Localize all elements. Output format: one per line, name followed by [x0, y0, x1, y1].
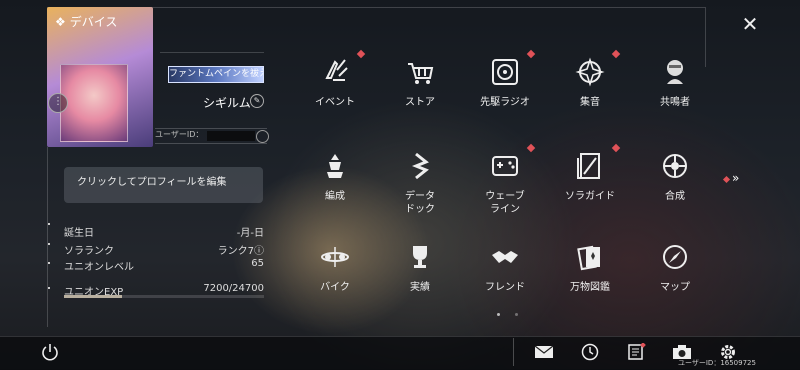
- menu-item-5[interactable]: 共鳴者: [640, 48, 710, 118]
- menu-item-label: 共鳴者: [660, 97, 690, 108]
- avatar[interactable]: [60, 64, 128, 142]
- list-tick: [48, 223, 50, 225]
- bottom-separator: [513, 338, 514, 366]
- alert-dot: [722, 175, 731, 184]
- list-tick: [48, 243, 50, 245]
- user-id-label: ユーザーID：: [155, 130, 204, 139]
- menu-item-8[interactable]: ウェーブ ライン: [470, 142, 540, 215]
- cards-icon: [577, 245, 600, 271]
- menu-item-label: 集音: [580, 97, 600, 108]
- left-divider: [47, 147, 48, 327]
- menu-item-10[interactable]: 合成: [640, 142, 710, 212]
- close-icon[interactable]: ✕: [735, 12, 765, 36]
- menu-item-14[interactable]: 万物図鑑: [555, 233, 625, 303]
- menu-item-label: マップ: [660, 282, 690, 293]
- menu-item-label: ストア: [405, 97, 435, 108]
- menu-item-4[interactable]: 集音: [555, 48, 625, 118]
- footer-user-id: ユーザーID：16509725: [678, 359, 756, 367]
- diamond-icon: ❖: [55, 14, 66, 29]
- exp-progress-bar: [64, 295, 264, 298]
- player-name: シギルム: [203, 96, 251, 110]
- alert-dot: [526, 49, 536, 59]
- crosshair-icon: [575, 57, 605, 87]
- synthesis-icon: [663, 154, 687, 178]
- notice-icon[interactable]: [626, 343, 646, 361]
- alert-dot: [611, 49, 621, 59]
- info-icon[interactable]: ⓘ: [254, 242, 264, 257]
- formation-icon: [327, 154, 343, 178]
- mail-icon[interactable]: [534, 343, 554, 361]
- menu-item-3[interactable]: 先駆ラジオ: [470, 48, 540, 118]
- menu-item-label: データ ドック: [405, 191, 435, 215]
- power-icon[interactable]: [40, 343, 60, 361]
- alert-dot: [611, 143, 621, 153]
- alert-dot: [356, 49, 366, 59]
- page-title: ❖ デバイス: [55, 14, 118, 30]
- title-badge[interactable]: ファントムペインを祓える: [168, 66, 264, 83]
- menu-item-13[interactable]: フレンド: [470, 233, 540, 303]
- stat-birthday: 誕生日 -月-日: [64, 228, 264, 239]
- event-icon: [325, 59, 348, 81]
- next-page-button[interactable]: »: [722, 171, 739, 185]
- menu-item-label: 実績: [410, 282, 430, 293]
- menu-item-11[interactable]: バイク: [300, 233, 370, 303]
- page-indicator: [515, 313, 518, 316]
- profile-top-line: [160, 52, 264, 53]
- handshake-icon: [492, 251, 518, 263]
- menu-item-6[interactable]: 編成: [300, 142, 370, 212]
- menu-item-15[interactable]: マップ: [640, 233, 710, 303]
- resonator-icon: [667, 60, 683, 84]
- menu-item-label: イベント: [315, 97, 355, 108]
- compass-icon: [663, 245, 687, 269]
- exp-progress-fill: [64, 295, 123, 298]
- page-indicator: [497, 313, 500, 316]
- copy-icon[interactable]: [256, 130, 269, 143]
- data-dock-icon: [411, 152, 429, 180]
- edit-name-button[interactable]: ✎: [250, 94, 264, 108]
- menu-item-1[interactable]: イベント: [300, 48, 370, 118]
- redacted-id: [207, 131, 255, 141]
- stat-sora-rank: ソラランク ランク7 ⓘ: [64, 242, 264, 257]
- menu-item-label: 合成: [665, 191, 685, 202]
- menu-item-label: 万物図鑑: [570, 282, 610, 293]
- menu-item-label: 先駆ラジオ: [480, 97, 530, 108]
- list-tick: [48, 262, 50, 264]
- radio-icon: [492, 59, 518, 85]
- cart-icon: [408, 63, 434, 84]
- list-tick: [48, 287, 50, 289]
- alert-dot: [526, 143, 536, 153]
- trophy-icon: [413, 246, 427, 268]
- stat-union-level: ユニオンレベル 65: [64, 258, 264, 273]
- menu-item-label: ソラガイド: [565, 191, 615, 202]
- gamepad-icon: [492, 156, 518, 176]
- edit-profile-button[interactable]: クリックしてプロフィールを編集: [64, 167, 263, 203]
- clock-icon[interactable]: [580, 343, 600, 361]
- menu-item-12[interactable]: 実績: [385, 233, 455, 303]
- user-id-row: ユーザーID：: [155, 128, 269, 144]
- menu-item-label: 編成: [325, 191, 345, 202]
- edit-profile-label: クリックしてプロフィールを編集: [77, 177, 227, 188]
- menu-item-7[interactable]: データ ドック: [385, 142, 455, 215]
- menu-item-2[interactable]: ストア: [385, 48, 455, 118]
- menu-item-9[interactable]: ソラガイド: [555, 142, 625, 212]
- bike-icon: [321, 247, 349, 267]
- menu-item-label: バイク: [320, 282, 350, 293]
- more-options-button[interactable]: ⋮: [48, 93, 68, 113]
- guide-icon: [577, 153, 600, 179]
- menu-item-label: ウェーブ ライン: [485, 191, 525, 215]
- menu-item-label: フレンド: [485, 282, 525, 293]
